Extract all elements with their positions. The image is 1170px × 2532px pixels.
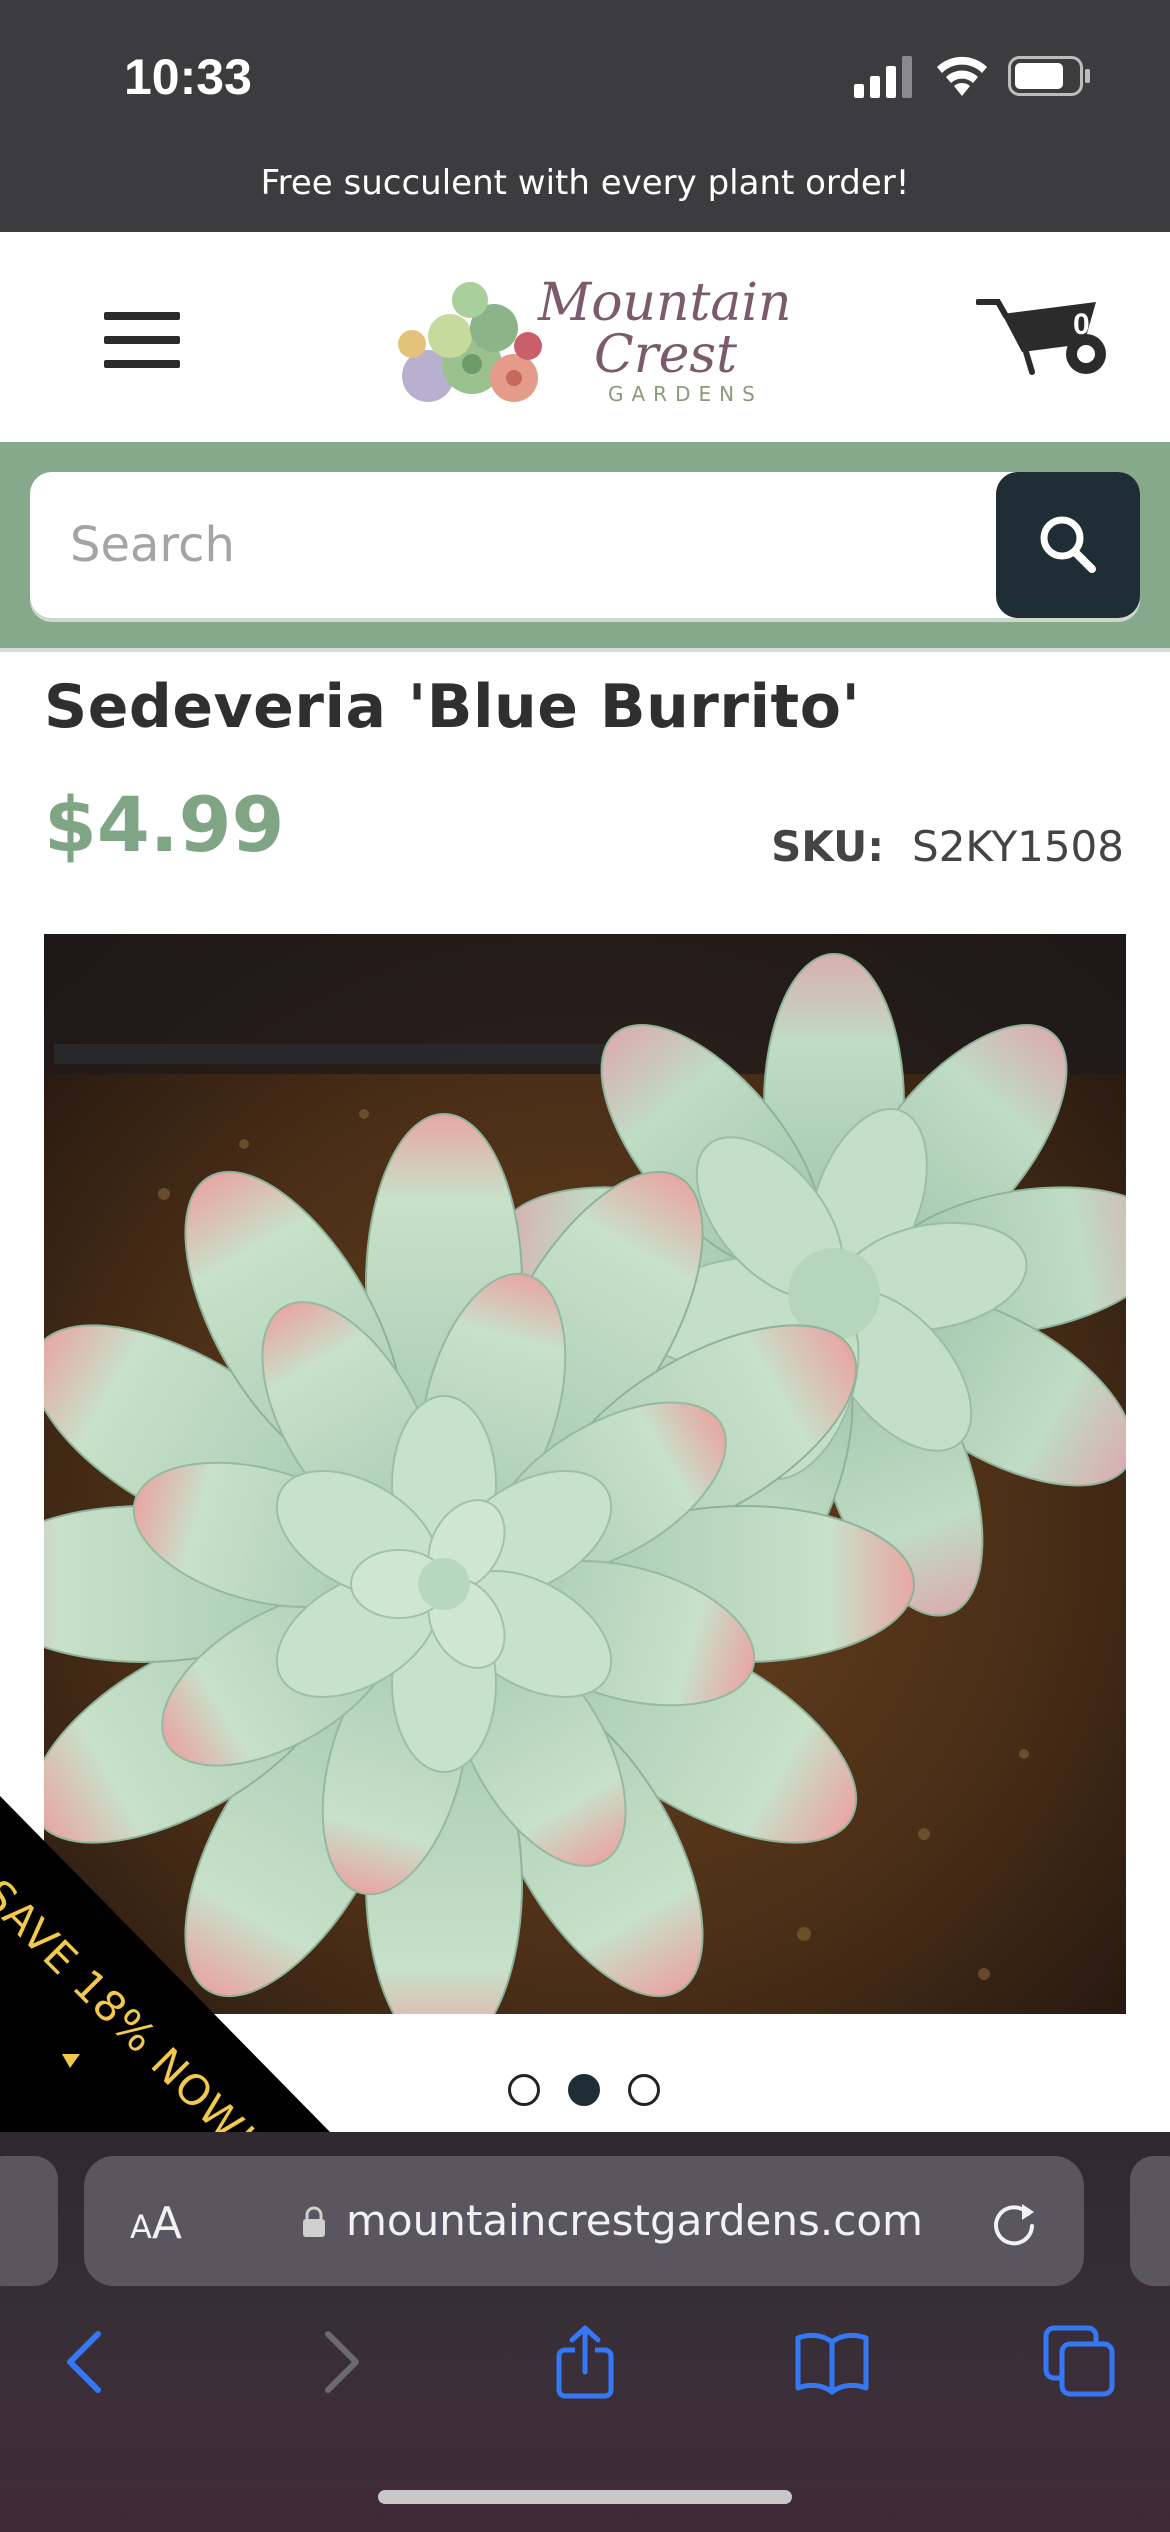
sku-label: SKU: — [771, 822, 885, 871]
search-icon — [1040, 516, 1096, 573]
product-price: $4.99 — [44, 780, 285, 869]
home-indicator[interactable] — [378, 2490, 792, 2504]
wifi-icon — [937, 56, 987, 96]
site-logo[interactable]: Mountain Crest GARDENS — [388, 262, 792, 422]
previous-tab-preview[interactable] — [0, 2156, 58, 2286]
search-section — [0, 442, 1170, 648]
hamburger-menu-icon[interactable] — [104, 312, 180, 368]
next-tab-preview[interactable] — [1130, 2156, 1170, 2286]
sku-value: S2KY1508 — [912, 822, 1124, 871]
search-button[interactable] — [996, 472, 1140, 618]
carousel-dot-3[interactable] — [628, 2074, 660, 2106]
logo-wordmark: Mountain Crest GARDENS — [538, 273, 792, 406]
status-bar: 10:33 — [0, 0, 1170, 150]
succulent-logo-icon — [398, 282, 542, 402]
share-icon[interactable] — [545, 2322, 625, 2402]
bookmarks-icon[interactable] — [792, 2322, 872, 2402]
product-sku: SKU: S2KY1508 — [771, 822, 1124, 871]
address-url[interactable]: mountaincrestgardens.com — [346, 2196, 923, 2245]
cart-count: 0 — [1073, 308, 1090, 341]
browser-toolbar: AA mountaincrestgardens.com — [0, 2132, 1170, 2532]
battery-icon — [1008, 56, 1090, 96]
status-time: 10:33 — [124, 49, 252, 105]
wheelbarrow-cart-icon[interactable]: 0 — [976, 294, 1116, 380]
lock-icon — [303, 2206, 325, 2237]
address-bar[interactable]: AA mountaincrestgardens.com — [84, 2156, 1084, 2286]
cellular-signal-icon — [854, 56, 912, 98]
site-header: Mountain Crest GARDENS 0 — [0, 232, 1170, 442]
search-input[interactable] — [70, 472, 970, 618]
carousel-dot-1[interactable] — [508, 2074, 540, 2106]
reader-options-button[interactable]: AA — [130, 2198, 182, 2249]
carousel-dot-2[interactable] — [568, 2074, 600, 2106]
back-icon[interactable] — [46, 2322, 126, 2402]
promo-banner[interactable]: Free succulent with every plant order! — [0, 150, 1170, 232]
tabs-icon[interactable] — [1040, 2322, 1120, 2402]
header-divider — [0, 648, 1170, 652]
reload-icon[interactable] — [988, 2196, 1040, 2248]
carousel-dots — [508, 2074, 668, 2108]
search-form — [30, 472, 1140, 618]
forward-icon[interactable] — [300, 2322, 380, 2402]
product-title: Sedeveria 'Blue Burrito' — [44, 672, 861, 742]
